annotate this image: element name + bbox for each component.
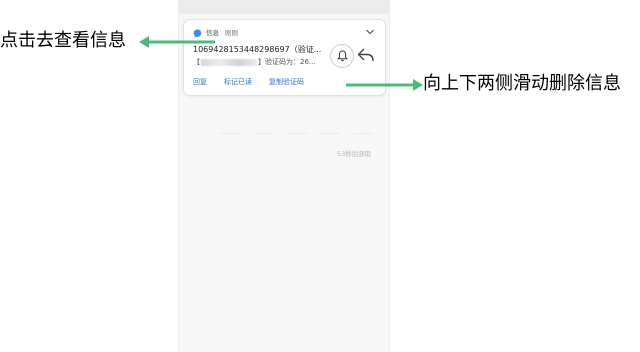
swipe-to-delete-annotation: 向上下两侧滑动删除信息 — [423, 73, 621, 94]
left-arrow — [139, 36, 215, 48]
right-arrow — [346, 79, 423, 91]
tap-to-view-annotation: 点击去查看信息 — [0, 30, 126, 51]
